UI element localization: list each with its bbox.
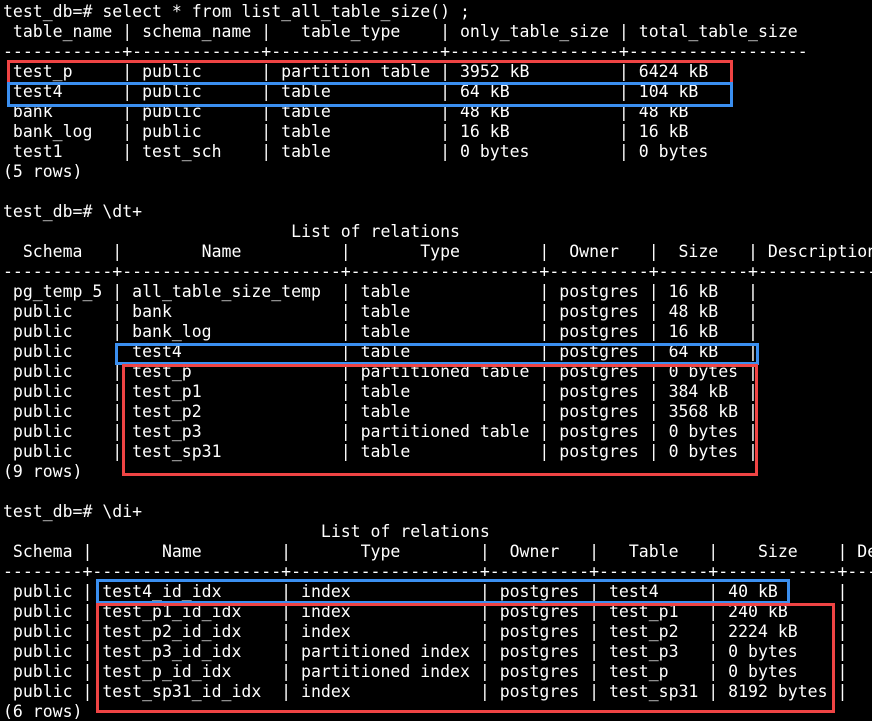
table-row: test1 | test_sch | table | 0 bytes | 0 b… [3, 142, 709, 161]
row-count: (9 rows) [3, 462, 83, 481]
row-count: (6 rows) [3, 702, 83, 721]
table-row: public | test_p1 | table | postgres | 38… [3, 382, 758, 401]
table-row: public | test_p3_id_idx | partitioned in… [3, 642, 848, 661]
table-row: public | test_sp31 | table | postgres | … [3, 442, 758, 461]
table-header: table_name | schema_name | table_type | … [3, 22, 798, 41]
table-row: test4 | public | table | 64 kB | 104 kB [3, 82, 699, 101]
table-row: public | test_p3 | partitioned table | p… [3, 422, 758, 441]
table-row: public | test_p1_id_idx | index | postgr… [3, 602, 848, 621]
table-row: test_p | public | partition table | 3952… [3, 62, 709, 81]
prompt-line: test_db=# \di+ [3, 502, 143, 521]
table-row: public | test_sp31_id_idx | index | post… [3, 682, 848, 701]
table-row: public | bank | table | postgres | 48 kB… [3, 302, 758, 321]
terminal-output[interactable]: test_db=# select * from list_all_table_s… [0, 0, 872, 721]
table-row: public | bank_log | table | postgres | 1… [3, 322, 758, 341]
table-row: public | test_p2 | table | postgres | 35… [3, 402, 758, 421]
table-row: public | test_p2_id_idx | index | postgr… [3, 622, 848, 641]
table-row: public | test4_id_idx | index | postgres… [3, 582, 848, 601]
list-title: List of relations [3, 222, 460, 241]
table-separator: --------+-------------------+-----------… [3, 562, 872, 581]
table-row: bank_log | public | table | 16 kB | 16 k… [3, 122, 689, 141]
table-header: Schema | Name | Type | Owner | Size | De… [3, 242, 872, 261]
table-row: public | test4 | table | postgres | 64 k… [3, 342, 758, 361]
prompt-line: test_db=# select * from list_all_table_s… [3, 2, 470, 21]
row-count: (5 rows) [3, 162, 83, 181]
table-row: bank | public | table | 48 kB | 48 kB [3, 102, 689, 121]
table-separator: ------------+-------------+-------------… [3, 42, 808, 61]
table-separator: -----------+----------------------+-----… [3, 262, 872, 281]
table-row: public | test_p | partitioned table | po… [3, 362, 758, 381]
prompt-line: test_db=# \dt+ [3, 202, 143, 221]
table-header: Schema | Name | Type | Owner | Table | S… [3, 542, 872, 561]
table-row: public | test_p_id_idx | partitioned ind… [3, 662, 848, 681]
table-row: pg_temp_5 | all_table_size_temp | table … [3, 282, 758, 301]
list-title: List of relations [3, 522, 490, 541]
